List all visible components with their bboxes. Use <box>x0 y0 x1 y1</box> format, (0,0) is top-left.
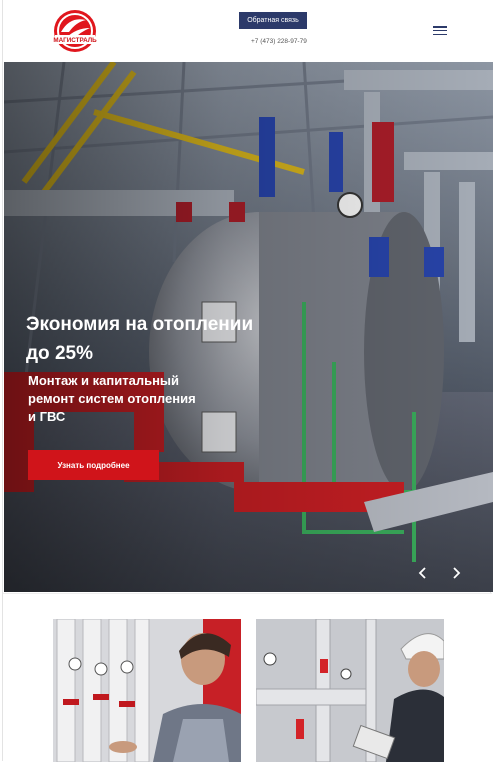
technician-pipes-image <box>53 619 241 762</box>
page-frame: МАГИСТРАЛЬ Обратная связь +7 (473) 228-9… <box>2 0 493 762</box>
hamburger-icon[interactable] <box>433 26 447 36</box>
hero-slider: Экономия на отоплении до 25% Монтаж и ка… <box>4 62 493 592</box>
logo-text: МАГИСТРАЛЬ <box>53 37 97 44</box>
company-logo[interactable]: МАГИСТРАЛЬ <box>52 8 98 54</box>
hero-subtitle: Монтаж и капитальный ремонт систем отопл… <box>28 373 196 424</box>
services-cards <box>3 593 492 762</box>
site-header: МАГИСТРАЛЬ Обратная связь +7 (473) 228-9… <box>3 0 492 62</box>
learn-more-button[interactable]: Узнать подробнее <box>28 450 159 480</box>
phone-number[interactable]: +7 (473) 228-97-79 <box>251 38 307 45</box>
feedback-button[interactable]: Обратная связь <box>239 12 307 29</box>
service-card-maintenance[interactable] <box>256 619 444 762</box>
hero-title: Экономия на отоплении до 25% <box>26 314 254 364</box>
chevron-left-icon[interactable] <box>416 566 430 580</box>
chevron-right-icon[interactable] <box>449 566 463 580</box>
engineer-inspection-image <box>256 619 444 762</box>
service-card-heating[interactable] <box>53 619 241 762</box>
